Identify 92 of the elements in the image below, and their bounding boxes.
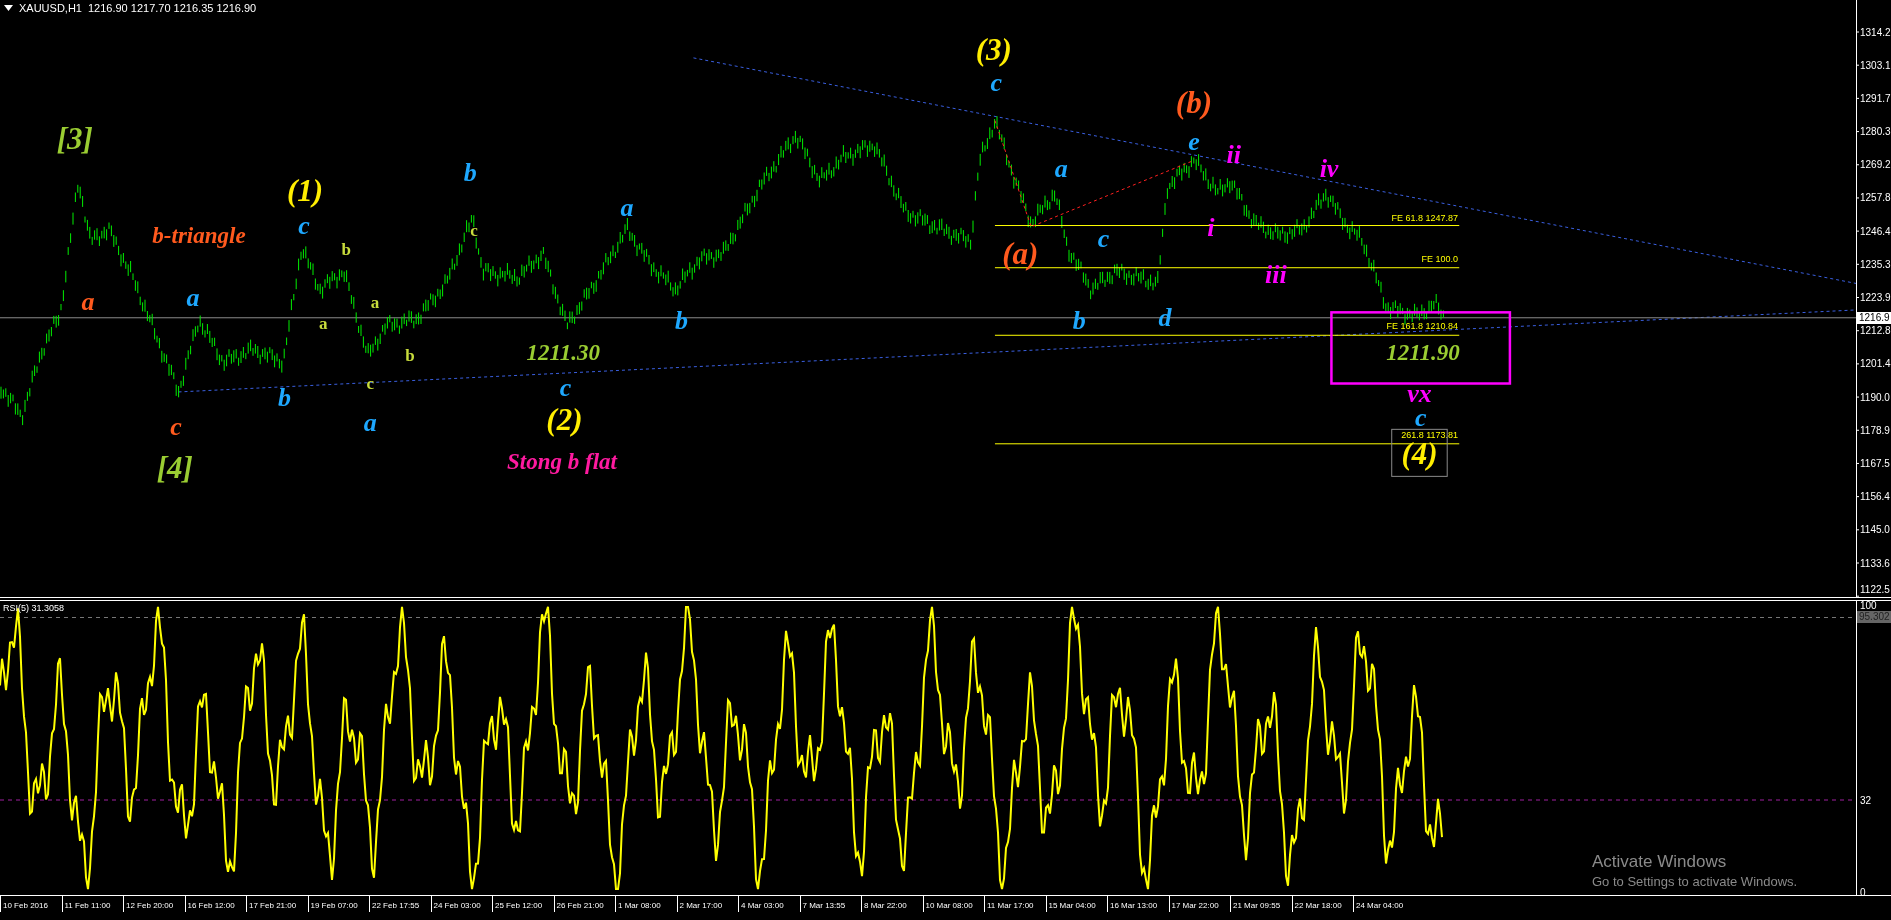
time-axis-label: 10 Mar 08:00	[922, 896, 984, 912]
time-axis-label: 22 Feb 17:55	[369, 896, 431, 912]
wave-label: (3)	[975, 31, 1012, 67]
price-axis-label: 1269.2	[1860, 159, 1891, 171]
wave-label: ii	[1226, 139, 1241, 169]
price-axis-label: 1280.3	[1860, 126, 1891, 138]
time-axis-label: 17 Feb 21:00	[246, 896, 308, 912]
wave-label: c	[298, 211, 310, 240]
time-axis-label: 25 Feb 12:00	[492, 896, 554, 912]
price-axis-label: 1235.3	[1860, 258, 1891, 270]
dropdown-triangle-icon[interactable]	[4, 5, 13, 11]
price-axis-label: 1246.4	[1860, 225, 1891, 237]
wave-label: c	[559, 372, 572, 402]
time-axis-label: 17 Mar 22:00	[1168, 896, 1230, 912]
price-axis-label: 1212.8	[1860, 325, 1891, 337]
price-axis-label: 1178.9	[1860, 424, 1890, 436]
price-axis-label: 1314.2	[1860, 26, 1891, 38]
time-axis-label: 10 Feb 2016	[0, 896, 62, 912]
wave-label: a	[370, 293, 380, 313]
wave-label: c	[470, 220, 478, 240]
time-axis-label: 24 Mar 04:00	[1353, 896, 1415, 912]
price-axis-label: 1145.0	[1860, 524, 1890, 536]
wave-label: (1)	[287, 173, 324, 209]
time-axis-label: 7 Mar 13:55	[799, 896, 861, 912]
price-axis-label: 1167.5	[1860, 457, 1890, 469]
rsi-axis-label: 100	[1860, 601, 1877, 611]
wave-label: 1211.90	[1386, 339, 1460, 365]
indicator-label: RSI(5) 31.3058	[3, 603, 65, 613]
wave-label: a	[1054, 154, 1068, 184]
fib-level-label: FE 61.8 1247.87	[1391, 212, 1459, 223]
rsi-axis-label: 0	[1860, 886, 1866, 895]
wave-label: 1211.30	[526, 339, 600, 365]
wave-label: e	[1188, 126, 1200, 156]
wave-label: (2)	[546, 402, 583, 438]
time-axis-label: 26 Feb 21:00	[553, 896, 615, 912]
wave-label: b-triangle	[152, 222, 246, 248]
price-axis-label: 1201.4	[1860, 358, 1891, 370]
time-axis-label: 16 Mar 13:00	[1107, 896, 1169, 912]
rsi-axis-label: 32	[1860, 794, 1872, 806]
wave-label: b	[674, 306, 688, 336]
wave-label: b	[341, 240, 351, 260]
wave-label: iv	[1319, 154, 1339, 184]
ohlc-values: 1216.90 1217.70 1216.35 1216.90	[87, 2, 257, 14]
price-axis-label: 1133.6	[1860, 557, 1890, 569]
rsi-axis-label: 95.302	[1857, 611, 1891, 623]
price-axis-label: 1291.7	[1860, 92, 1891, 104]
wave-label: a	[186, 283, 200, 313]
wave-label: b	[1072, 306, 1086, 336]
wave-label: a	[620, 192, 634, 222]
wave-label: c	[170, 412, 182, 442]
wave-label: a	[318, 313, 328, 333]
price-axis-label: 1122.5	[1860, 583, 1890, 595]
time-axis-label: 21 Mar 09:55	[1230, 896, 1292, 912]
current-price-label: 1216.9	[1857, 311, 1891, 324]
price-axis-label: 1156.4	[1860, 491, 1890, 503]
time-axis-label: 11 Mar 17:00	[984, 896, 1046, 912]
time-axis-label: 12 Feb 20:00	[123, 896, 185, 912]
time-axis-label: 15 Mar 04:00	[1045, 896, 1107, 912]
time-axis-label: 16 Feb 12:00	[184, 896, 246, 912]
wave-label: [3]	[56, 121, 93, 157]
fib-level-label: FE 161.8 1210.84	[1386, 321, 1459, 332]
activation-hint: Go to Settings to activate Windows.	[1592, 874, 1798, 889]
wave-label: c	[990, 67, 1002, 97]
time-axis-label: 22 Mar 18:00	[1291, 896, 1353, 912]
wave-label: b	[463, 157, 477, 187]
price-axis-label: 1190.0	[1860, 391, 1890, 403]
time-axis-label: 2 Mar 17:00	[676, 896, 738, 912]
wave-label: (a)	[1002, 235, 1039, 271]
time-axis-label: 8 Mar 22:00	[861, 896, 923, 912]
time-axis-label: 24 Feb 03:00	[430, 896, 492, 912]
time-axis-label: 4 Mar 03:00	[738, 896, 800, 912]
chart-symbol: XAUUSD,H1	[19, 2, 82, 14]
wave-label: a	[81, 287, 95, 316]
price-axis-label: 1223.9	[1860, 292, 1891, 303]
fib-level-label: 261.8 1173.81	[1401, 429, 1459, 440]
price-axis-label: 1303.1	[1860, 59, 1891, 71]
wave-label: (b)	[1175, 85, 1212, 120]
activation-title: Activate Windows	[1592, 852, 1728, 872]
wave-label: Stong b flat	[507, 449, 617, 475]
wave-label: c	[1097, 224, 1110, 254]
wave-label: d	[1158, 302, 1172, 332]
time-axis-label: 19 Feb 07:00	[307, 896, 369, 912]
wave-label: c	[366, 374, 374, 393]
wave-label: b	[405, 346, 415, 366]
wave-label: a	[363, 407, 377, 437]
wave-label: [4]	[156, 450, 193, 486]
wave-label: iii	[1265, 260, 1287, 290]
price-axis-label: 1257.8	[1860, 192, 1891, 204]
time-axis-label: 1 Mar 08:00	[615, 896, 677, 912]
time-axis-label: 11 Feb 11:00	[61, 896, 123, 912]
wave-label: b	[278, 383, 292, 413]
fib-level-label: FE 100.0	[1421, 253, 1459, 264]
